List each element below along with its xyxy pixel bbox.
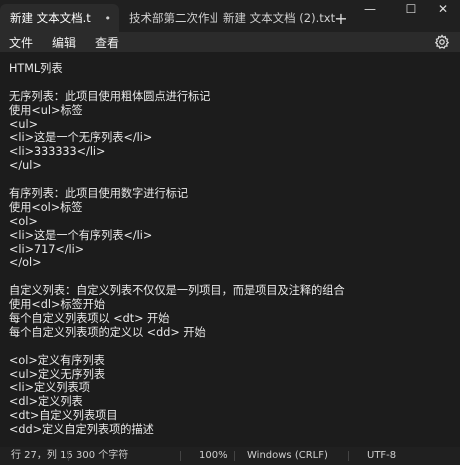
maximize-icon: ☐: [405, 2, 417, 16]
editor-line: HTML列表: [9, 62, 63, 75]
character-count: 300 个字符: [76, 450, 129, 461]
editor-line: <ul>定义无序列表: [9, 367, 106, 381]
status-divider: [348, 451, 349, 461]
editor-line: <ol>: [9, 214, 38, 228]
menu-edit[interactable]: 编辑: [44, 34, 87, 51]
editor-line: <li>717</li>: [9, 242, 85, 256]
title-bar: 新建 文本文档.t • 技术部第二次作业.htn 新建 文本文档 (2).txt…: [0, 0, 460, 32]
close-button[interactable]: ✕: [428, 0, 458, 18]
status-divider: [68, 451, 69, 461]
minimize-button[interactable]: —: [355, 0, 385, 18]
plus-icon: +: [334, 8, 348, 28]
tab-new-text-doc[interactable]: 新建 文本文档.t •: [0, 4, 119, 32]
editor-line: 每个自定义列表项以 <dt> 开始: [9, 312, 170, 326]
cursor-position[interactable]: 行 27，列 15: [11, 447, 73, 465]
status-divider: [180, 451, 181, 461]
editor-line: 自定义列表：自定义列表不仅仅是一列项目，而是项目及注释的组合: [9, 284, 345, 298]
editor-line: <li>这是一个无序列表</li>: [9, 131, 153, 145]
editor-line: <dt>自定义列表项目: [9, 409, 118, 423]
new-tab-button[interactable]: +: [327, 4, 355, 32]
editor-line: <li>这是一个有序列表</li>: [9, 228, 153, 242]
editor-line: 使用<dl>标签开始: [9, 298, 106, 312]
maximize-button[interactable]: ☐: [396, 0, 426, 18]
close-icon: ✕: [437, 2, 449, 16]
editor-line: <ul>: [9, 117, 38, 131]
menu-bar: 文件 编辑 查看: [0, 32, 460, 52]
editor-line: 有序列表：此项目使用数字进行标记: [9, 187, 189, 201]
text-editor[interactable]: HTML列表 无序列表：此项目使用粗体圆点进行标记 使用<ul>标签 <ul> <li>…: [0, 52, 460, 444]
menu-file[interactable]: 文件: [0, 34, 44, 51]
tab-label: 新建 文本文档 (2).txt: [223, 11, 336, 25]
editor-line: <dd>定义自定列表项的描述: [9, 423, 154, 437]
editor-line: <li>333333</li>: [9, 145, 106, 159]
menu-view[interactable]: 查看: [87, 34, 130, 51]
editor-line: <dl>定义列表: [9, 395, 83, 409]
editor-line: 使用<ul>标签: [9, 103, 83, 117]
editor-line: </ol>: [9, 256, 42, 270]
encoding[interactable]: UTF-8: [367, 447, 396, 465]
status-bar: 行 27，列 15 300 个字符 100% Windows (CRLF) UT…: [0, 447, 460, 465]
status-divider: [234, 451, 235, 461]
tab-new-text-doc-2[interactable]: 新建 文本文档 (2).txt: [217, 4, 335, 32]
editor-line: 每个自定义列表项的定义以 <dd> 开始: [9, 325, 206, 339]
editor-line: 使用<ol>标签: [9, 200, 83, 214]
editor-line: <li>定义列表项: [9, 381, 90, 395]
tab-unsaved-dot-icon[interactable]: •: [105, 12, 112, 25]
editor-line: </ul>: [9, 159, 42, 173]
tab-label: 技术部第二次作业.htn: [129, 11, 217, 25]
zoom-level[interactable]: 100%: [199, 447, 228, 465]
tab-homework[interactable]: 技术部第二次作业.htn: [119, 4, 217, 32]
gear-icon[interactable]: [434, 34, 450, 50]
minimize-icon: —: [364, 2, 376, 16]
editor-line: <ol>定义有序列表: [9, 353, 105, 367]
tab-label: 新建 文本文档.t: [10, 11, 91, 25]
editor-line: 无序列表：此项目使用粗体圆点进行标记: [9, 89, 211, 103]
line-ending[interactable]: Windows (CRLF): [247, 447, 328, 465]
